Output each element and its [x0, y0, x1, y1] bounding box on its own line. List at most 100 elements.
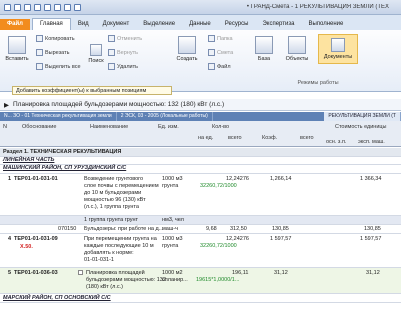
row-number: 4 [8, 236, 12, 242]
copy-icon [36, 35, 43, 42]
row-name: 1 группа грунта грунт [84, 217, 139, 223]
row-total: 1 366,34 [360, 176, 382, 182]
row-coef: 130,85 [272, 226, 289, 232]
section-row[interactable]: Раздел 1. ТЕХНИЧЕСКАЯ РЕКУЛЬТИВАЦИЯ [0, 148, 401, 157]
documents-button[interactable]: Документы [318, 34, 358, 64]
copy-button[interactable]: Копировать [36, 35, 75, 42]
cut-button[interactable]: Вырезать [36, 49, 69, 56]
row-number: 5 [8, 270, 12, 276]
header-code: Обоснование [22, 124, 57, 130]
row-qty: 12,24276 [226, 236, 249, 242]
create-button[interactable]: Создать [172, 36, 202, 62]
group-title: МАШИНСКИЙ РАЙОН, СП УРУЗДИНСКИЙ С/С [3, 165, 127, 171]
position-name: Планировка площадей бульдозерами мощност… [13, 101, 225, 108]
open-icon[interactable] [44, 3, 51, 11]
search-button[interactable]: Поиск [84, 44, 108, 64]
tab-file[interactable]: Файл [0, 19, 30, 30]
row-name: Бульдозеры: при работе на д... [84, 226, 164, 232]
folder-button[interactable]: Папка [208, 35, 233, 42]
redo-button[interactable]: Вернуть [108, 49, 138, 56]
header-unit: Ед. изм. [158, 124, 179, 130]
row-name-line: (л.с.), 1 группа грунта [84, 204, 139, 210]
row-name-line: слое почвы с перемещением [84, 183, 159, 189]
row-name-line: 01-01-031-1 [84, 257, 114, 263]
save-icon[interactable] [14, 3, 21, 11]
ribbon-tabs: Файл Главная Вид Документ Выделение Данн… [0, 15, 401, 30]
row-unit: 1000 м2 [162, 270, 183, 276]
title-bar: • ГРАНД-Смета - 1 РЕКУЛЬТИВАЦИЯ ЗЕМЛИ (Т… [0, 0, 401, 15]
tab-selection[interactable]: Выделение [136, 19, 182, 30]
binoculars-icon [90, 44, 102, 56]
objects-icon [288, 36, 306, 54]
print-icon[interactable] [54, 3, 61, 11]
preview-icon[interactable] [64, 3, 71, 11]
delete-button[interactable]: Удалить [108, 63, 138, 70]
group-row[interactable]: МАШИНСКИЙ РАЙОН, СП УРУЗДИНСКИЙ С/С [0, 165, 401, 174]
select-all-button[interactable]: Выделить все [36, 63, 81, 70]
header-qty-total: всего [228, 135, 242, 141]
row-qty-formula: 32260,72/1000 [200, 183, 237, 189]
row-code: 070150 [58, 226, 77, 232]
undo-icon[interactable] [24, 3, 31, 11]
file-icon [208, 63, 215, 70]
header-qty-unit: на ед. [198, 135, 214, 141]
document-tabs: N... ЗО - 01 Техническая рекультивация з… [0, 112, 401, 121]
tab-expertise[interactable]: Экспертиза [255, 19, 301, 30]
base-button[interactable]: База [252, 36, 276, 62]
tab-document-3[interactable]: РЕКУЛЬТИВАЦИЯ ЗЕМЛИ (Т [324, 112, 401, 121]
table-row[interactable]: 070150 Бульдозеры: при работе на д... ма… [0, 225, 401, 234]
header-sub-all: всего [300, 135, 314, 141]
group-title: ЛИНЕЙНАЯ ЧАСТЬ [3, 157, 55, 163]
row-code: ТЕР01-01-031-01 [14, 176, 58, 182]
tab-document-2[interactable]: 2 ЭСК, 03 - 2005 (Локальные работы) [117, 112, 213, 121]
row-qty-formula: 32260,72/1000 [200, 243, 237, 249]
redo-icon[interactable] [34, 3, 41, 11]
tooltip-add-coefficients: Добавить коэффициент(ы) к выбранным пози… [12, 86, 172, 95]
group-row[interactable]: ЛИНЕЙНАЯ ЧАСТЬ [0, 157, 401, 165]
file-button[interactable]: Файл [208, 63, 231, 70]
estimate-button[interactable]: Смета [208, 49, 233, 56]
group-row[interactable]: МАРСКИЙ РАЙОН, СП ОСНОВСКИЙ С/С [0, 294, 401, 303]
row-unit: маш-ч [162, 226, 178, 232]
section-title: Раздел 1. ТЕХНИЧЕСКАЯ РЕКУЛЬТИВАЦИЯ [3, 149, 122, 155]
current-position-bar: ▶ Планировка площадей бульдозерами мощно… [0, 99, 401, 111]
tab-home[interactable]: Главная [31, 18, 71, 30]
table-row[interactable]: 1 группа грунта грунт нм3, чел [0, 216, 401, 225]
header-num: N [3, 124, 7, 130]
row-total: 1 597,57 [360, 236, 382, 242]
row-code: ТЕР01-01-031-09 [14, 236, 58, 242]
folder-icon [208, 35, 215, 42]
app-menu-icon[interactable] [4, 3, 11, 11]
row-code: ТЕР01-01-036-03 [14, 270, 58, 276]
row-coef-mark: Х.50. [20, 244, 33, 250]
table-row-selected[interactable]: 5 ТЕР01-01-036-03 Планировка площадей бу… [0, 268, 401, 294]
table-row[interactable]: 1 ТЕР01-01-031-01 Возведение грунтового … [0, 174, 401, 216]
tab-view[interactable]: Вид [71, 19, 96, 30]
row-checkbox[interactable] [78, 270, 83, 275]
row-name-line: Возведение грунтового [84, 176, 144, 182]
delete-x-icon [108, 63, 115, 70]
objects-button[interactable]: Объекты [282, 36, 312, 62]
row-number: 1 [8, 176, 12, 182]
row-name-line: до 10 м бульдозерами [84, 190, 142, 196]
row-qty-total: 312,50 [230, 226, 247, 232]
row-total: 130,85 [364, 226, 381, 232]
row-unit: 1000 м3 [162, 236, 183, 242]
tab-execution[interactable]: Выполнение [301, 19, 350, 30]
row-qty-formula: 19615*1,0000/1... [196, 277, 240, 283]
application-window: • ГРАНД-Смета - 1 РЕКУЛЬТИВАЦИЯ ЗЕМЛИ (Т… [0, 0, 401, 316]
tab-resources[interactable]: Ресурсы [218, 19, 256, 30]
undo-button[interactable]: Отменить [108, 35, 142, 42]
row-unit: 1000 м3 [162, 176, 183, 182]
tab-document-1[interactable]: N... ЗО - 01 Техническая рекультивация з… [0, 112, 117, 121]
quick-access-dropdown-icon[interactable] [74, 3, 81, 11]
ribbon-panel: Вставить Копировать Вырезать Выделить вс… [0, 30, 401, 92]
tab-document[interactable]: Документ [96, 19, 137, 30]
tab-data[interactable]: Данные [182, 19, 218, 30]
table-row[interactable]: 4 ТЕР01-01-031-09 Х.50. При перемещении … [0, 234, 401, 268]
row-name-line: Планировка площадей [86, 270, 145, 276]
paste-button[interactable]: Вставить [2, 36, 32, 62]
clipboard-icon [8, 36, 26, 54]
group-label-modes: Режимы работы [297, 80, 339, 86]
header-sub-exp: эксп. маш. [358, 139, 385, 145]
